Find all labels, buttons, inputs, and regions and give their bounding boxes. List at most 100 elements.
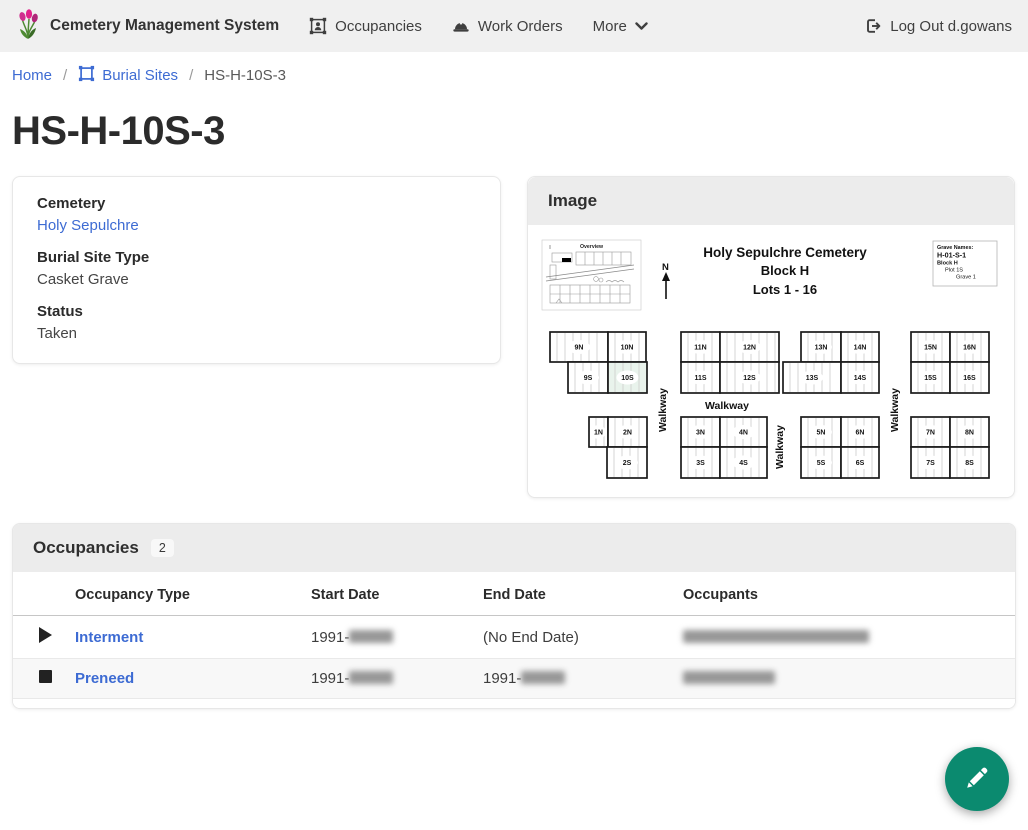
column-occupants: Occupants: [683, 572, 1015, 616]
svg-text:Overview: Overview: [580, 244, 604, 250]
field-burial-site-type: Burial Site Type Casket Grave: [37, 247, 476, 291]
svg-text:7S: 7S: [926, 460, 935, 467]
nav-work-orders[interactable]: Work Orders: [452, 18, 563, 35]
column-start-date: Start Date: [311, 572, 483, 616]
plot-6S: 6S: [841, 447, 879, 478]
pencil-icon: [962, 763, 992, 796]
chevron-down-icon: [635, 22, 648, 31]
svg-text:12S: 12S: [743, 375, 756, 382]
walkway-label: Walkway: [657, 388, 669, 432]
plot-13S: 13S: [783, 362, 841, 393]
table-row: Preneed 1991- 1991-: [13, 659, 1015, 699]
plots-layer: 9N10N9S10S11N12N11S12S13N14N13S14S15N16N…: [550, 332, 989, 478]
svg-text:N: N: [662, 262, 669, 273]
status-label: Status: [37, 301, 476, 323]
plot-8N: 8N: [950, 417, 989, 447]
app-title: Cemetery Management System: [50, 17, 279, 35]
svg-text:10S: 10S: [621, 375, 634, 382]
hard-hat-icon: [452, 18, 470, 34]
redacted-text: [683, 671, 775, 684]
svg-text:Plot 1S: Plot 1S: [945, 268, 963, 274]
svg-text:16N: 16N: [963, 345, 976, 352]
breadcrumb-home[interactable]: Home: [12, 67, 52, 84]
edit-fab-button[interactable]: [945, 747, 1009, 811]
plot-12N: 12N: [720, 332, 779, 362]
plot-6N: 6N: [841, 417, 879, 447]
svg-text:3N: 3N: [696, 430, 705, 437]
plot-11S: 11S: [681, 362, 720, 393]
sign-out-icon: [864, 17, 882, 35]
svg-text:13S: 13S: [806, 375, 819, 382]
plot-2S: 2S: [607, 447, 647, 478]
svg-text:12N: 12N: [743, 345, 756, 352]
svg-text:4S: 4S: [739, 460, 748, 467]
plot-12S: 12S: [720, 362, 779, 393]
walkway-label: Walkway: [705, 400, 749, 412]
plot-9S: 9S: [568, 362, 608, 393]
nav-occupancies-label: Occupancies: [335, 18, 422, 35]
occupancies-title: Occupancies: [33, 538, 139, 558]
plot-14N: 14N: [841, 332, 879, 362]
plot-8S: 8S: [950, 447, 989, 478]
cards-row: Cemetery Holy Sepulchre Burial Site Type…: [12, 176, 1016, 498]
svg-text:16S: 16S: [963, 375, 976, 382]
nav-more[interactable]: More: [593, 18, 648, 35]
redacted-text: [683, 630, 869, 643]
svg-text:7N: 7N: [926, 430, 935, 437]
block-map-image: Overview: [528, 225, 1014, 497]
occupancy-active-icon: [39, 627, 52, 643]
cemetery-label: Cemetery: [37, 193, 476, 215]
page-title: HS-H-10S-3: [12, 109, 1028, 154]
svg-text:Holy Sepulchre Cemetery: Holy Sepulchre Cemetery: [703, 245, 867, 260]
end-date-value: (No End Date): [483, 629, 579, 646]
plot-16N: 16N: [950, 332, 989, 362]
grave-names-legend: Grave Names: H-01-S-1 Block H Plot 1S Gr…: [933, 241, 997, 286]
occupancy-type-link[interactable]: Preneed: [75, 670, 134, 687]
svg-text:5N: 5N: [817, 430, 826, 437]
svg-text:14N: 14N: [854, 345, 867, 352]
svg-text:6N: 6N: [856, 430, 865, 437]
tulip-logo-icon: [16, 7, 40, 46]
plot-5N: 5N: [801, 417, 841, 447]
app-brand[interactable]: Cemetery Management System: [16, 7, 279, 46]
breadcrumb-burial-sites-label: Burial Sites: [102, 67, 178, 84]
cemetery-link[interactable]: Holy Sepulchre: [37, 217, 139, 234]
compass-north-icon: N: [662, 262, 670, 299]
occupant-frame-icon: [309, 17, 327, 35]
svg-text:11S: 11S: [694, 375, 706, 382]
occupancy-ended-icon: [39, 670, 52, 683]
status-value: Taken: [37, 323, 476, 345]
breadcrumb-separator: /: [189, 67, 193, 84]
svg-text:4N: 4N: [739, 430, 748, 437]
plot-4N: 4N: [720, 417, 767, 447]
walkway-label: Walkway: [889, 388, 901, 432]
plot-9N: 9N: [550, 332, 608, 362]
start-date-value: 1991-: [311, 629, 349, 646]
svg-text:2S: 2S: [623, 460, 632, 467]
column-status: [13, 572, 75, 616]
table-bottom-spacer: [13, 699, 1015, 708]
svg-text:10N: 10N: [621, 345, 634, 352]
redacted-text: [349, 671, 393, 684]
redacted-text: [349, 630, 393, 643]
nav-logout[interactable]: Log Out d.gowans: [864, 17, 1012, 35]
table-header-row: Occupancy Type Start Date End Date Occup…: [13, 572, 1015, 616]
plot-10N: 10N: [608, 332, 646, 362]
breadcrumb-burial-sites[interactable]: Burial Sites: [78, 65, 178, 86]
plot-3S: 3S: [681, 447, 720, 478]
block-map: Overview: [536, 233, 1008, 493]
occupancy-type-link[interactable]: Interment: [75, 629, 143, 646]
overview-thumbnail: Overview: [542, 240, 641, 310]
nav-occupancies[interactable]: Occupancies: [309, 17, 422, 35]
svg-text:8S: 8S: [965, 460, 974, 467]
occupancies-card: Occupancies 2 Occupancy Type Start Date …: [12, 523, 1016, 709]
occupancies-table: Occupancy Type Start Date End Date Occup…: [13, 572, 1015, 699]
svg-text:6S: 6S: [856, 460, 865, 467]
svg-text:Grave 1: Grave 1: [956, 275, 976, 281]
nav-work-orders-label: Work Orders: [478, 18, 563, 35]
svg-text:Block H: Block H: [761, 263, 809, 278]
svg-text:15N: 15N: [924, 345, 937, 352]
plot-10S: 10S: [608, 362, 647, 393]
occupancies-header: Occupancies 2: [13, 524, 1015, 572]
nav-more-label: More: [593, 18, 627, 35]
